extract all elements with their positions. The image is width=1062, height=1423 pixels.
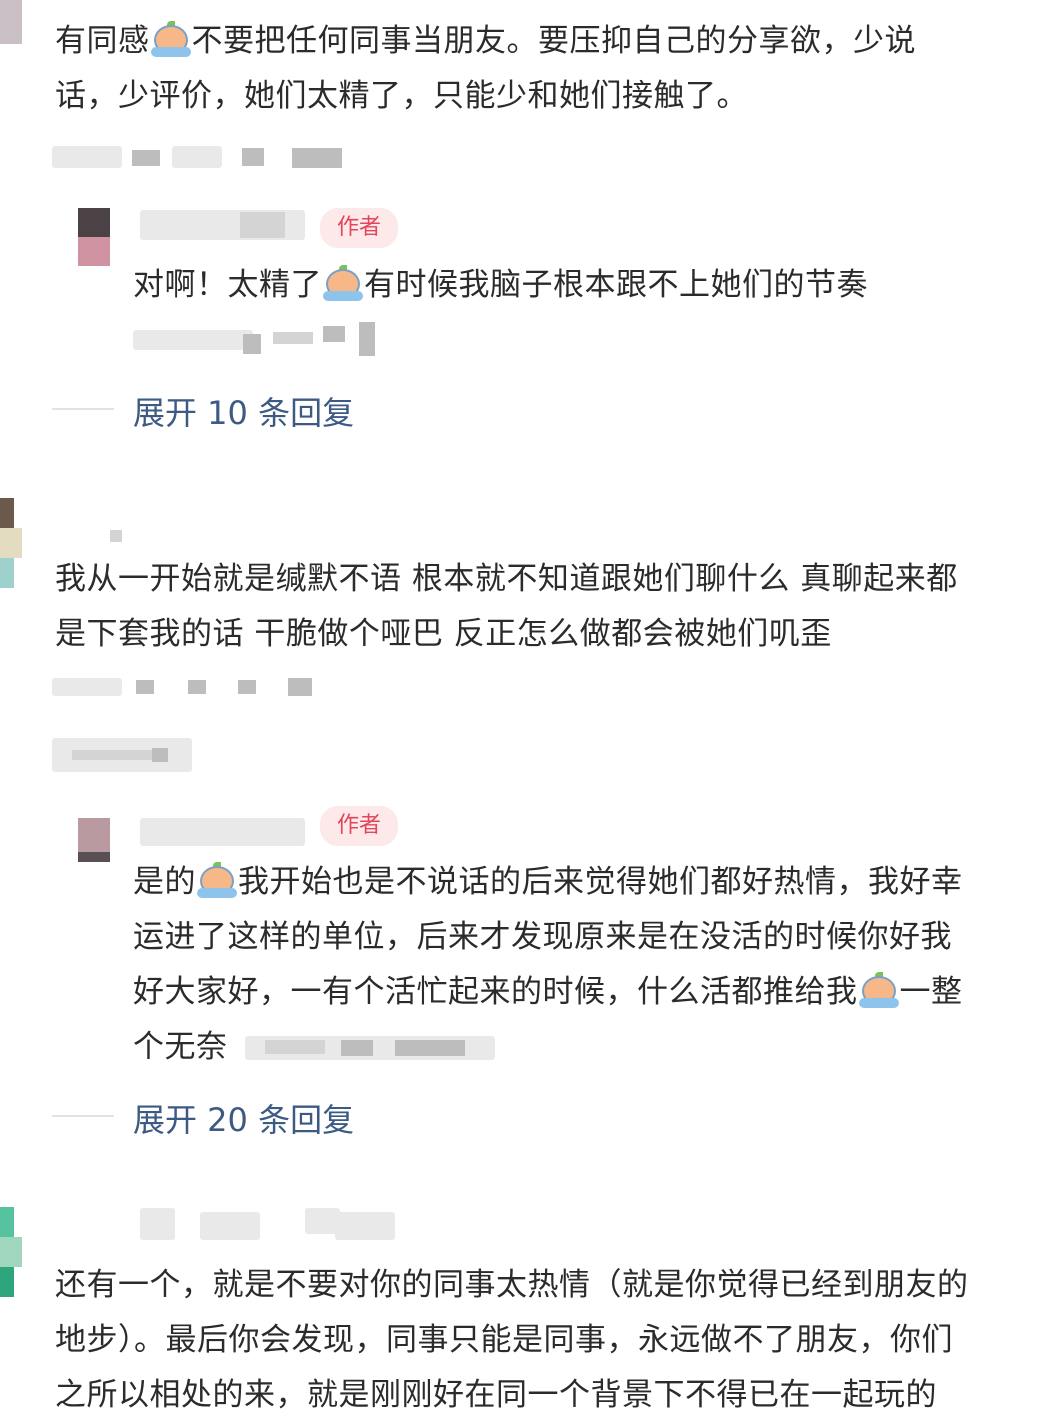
comment-text: 还有一个，就是不要对你的同事太热情（就是你觉得已经到朋友的 地步）。最后你会发现… [55, 1267, 969, 1413]
author-badge: 作者 [320, 806, 398, 846]
expand-divider [52, 408, 114, 410]
comment-text: 我从一开始就是缄默不语 根本就不知道跟她们聊什么 真聊起来都 是下套我的话 干脆… [55, 561, 958, 652]
ip-location-obscured [52, 738, 192, 772]
expand-replies-button[interactable]: 展开 10 条回复 [133, 388, 354, 434]
avatar[interactable] [0, 0, 22, 44]
username-obscured[interactable] [100, 530, 130, 544]
username-obscured[interactable] [140, 1208, 440, 1248]
avatar[interactable] [0, 1207, 22, 1297]
reply-meta-obscured [245, 1032, 495, 1062]
reply-text: 对啊！太精了 有时候我脑子根本跟不上她们的节奏 [133, 265, 868, 303]
crying-emoji-icon [150, 21, 192, 57]
crying-emoji-icon [196, 862, 238, 898]
reply-meta-obscured [133, 322, 383, 356]
crying-emoji-icon [322, 265, 364, 301]
crying-emoji-icon [858, 972, 900, 1008]
avatar[interactable] [78, 208, 110, 266]
expand-divider [52, 1115, 114, 1117]
expand-replies-button[interactable]: 展开 20 条回复 [133, 1095, 354, 1141]
comment-meta-obscured: 回复 [52, 676, 312, 700]
author-badge: 作者 [320, 208, 398, 248]
avatar[interactable] [0, 498, 22, 588]
username-obscured[interactable] [140, 210, 305, 240]
comment-meta-obscured [52, 142, 342, 170]
avatar[interactable] [78, 818, 110, 862]
username-obscured[interactable] [140, 818, 305, 846]
comment-text: 有同感 不要把任何同事当朋友。要压抑自己的分享欲，少说 话，少评价，她们太精了，只… [55, 21, 916, 114]
